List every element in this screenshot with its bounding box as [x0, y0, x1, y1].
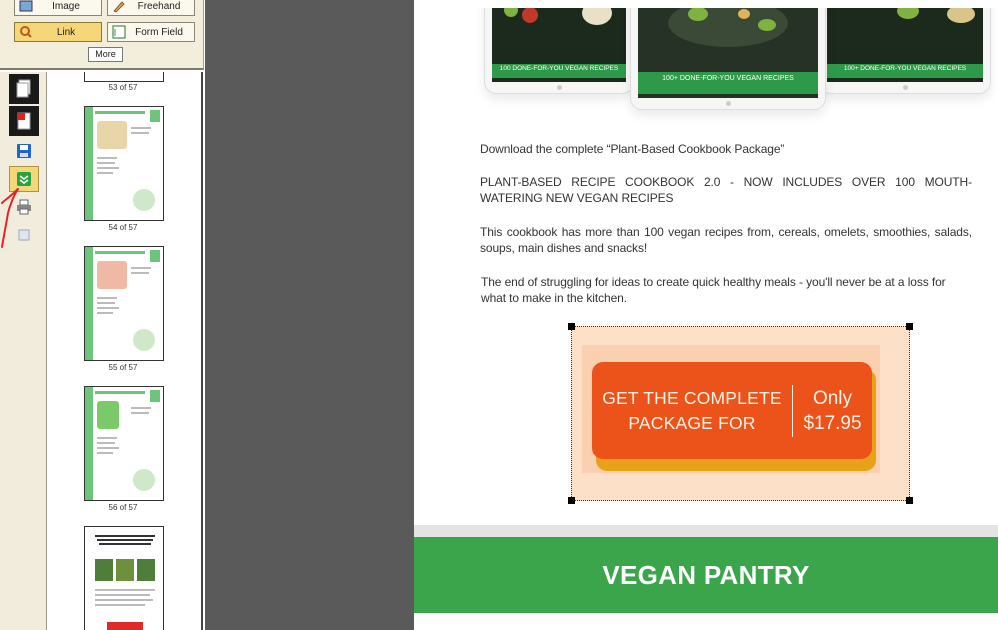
page-thumbnail-label: 54 of 57: [108, 223, 138, 232]
body-paragraph: The end of struggling for ideas to creat…: [481, 275, 946, 305]
page-thumbnails-panel: 53 of 57 54 of 57 55 of 57 56 of 57: [48, 72, 203, 630]
get-package-button[interactable]: GET THE COMPLETE PACKAGE FOR Only $17.95: [592, 362, 872, 459]
freehand-tool-label: Freehand: [137, 0, 181, 12]
pencil-icon: [113, 1, 125, 13]
pdf-panel-button[interactable]: [9, 106, 39, 136]
form-field-tool-button[interactable]: Form Field: [107, 22, 195, 42]
image-tool-label: Image: [52, 0, 80, 12]
page-thumbnail-label: 56 of 57: [108, 503, 138, 512]
link-icon: [20, 26, 32, 38]
sidebar-icon-strip: [0, 72, 47, 630]
more-tools-button[interactable]: More: [88, 47, 123, 62]
resize-handle-bottom-left[interactable]: [568, 497, 575, 504]
pdf-icon: [17, 112, 31, 130]
link-tool-button[interactable]: Link: [14, 22, 102, 42]
document-page: 100 DONE-FOR-YOU VEGAN RECIPES 100+ DONE…: [414, 8, 998, 630]
page-thumbnail-label: 55 of 57: [108, 363, 138, 372]
image-tool-button[interactable]: Image: [14, 0, 102, 16]
resize-handle-top-left[interactable]: [568, 323, 575, 330]
tablet-image-right: 100+ DONE-FOR-YOU VEGAN RECIPES: [819, 8, 991, 94]
selected-cta-image[interactable]: GET THE COMPLETE PACKAGE FOR Only $17.95: [568, 323, 913, 504]
link-tool-label: Link: [56, 26, 76, 38]
cta-line-1: GET THE COMPLETE: [602, 387, 782, 408]
page-thumbnail-label: 53 of 57: [108, 83, 138, 92]
red-annotation-stroke: [1, 188, 19, 248]
body-paragraph: PLANT-BASED RECIPE COOKBOOK 2.0 - NOW IN…: [480, 175, 972, 205]
page-thumbnail[interactable]: [84, 386, 164, 501]
image-icon: [19, 0, 33, 12]
document-gutter: [205, 0, 414, 630]
tablet-banner: 100 DONE-FOR-YOU VEGAN RECIPES: [492, 64, 626, 78]
save-button[interactable]: [9, 138, 39, 164]
body-paragraph: This cookbook has more than 100 vegan re…: [480, 225, 972, 255]
resize-handle-top-right[interactable]: [906, 323, 913, 330]
save-icon: [17, 144, 31, 158]
tablet-banner: 100+ DONE-FOR-YOU VEGAN RECIPES: [638, 72, 818, 94]
body-paragraph: Download the complete “Plant-Based Cookb…: [480, 142, 785, 156]
section-heading: VEGAN PANTRY: [414, 537, 998, 613]
resize-handle-bottom-right[interactable]: [906, 497, 913, 504]
annotation-tool-panel: Image Freehand Link Form Field More: [0, 0, 204, 70]
page-thumbnail[interactable]: [84, 72, 164, 82]
page-thumbnail[interactable]: [84, 106, 164, 221]
tablet-image-left: 100 DONE-FOR-YOU VEGAN RECIPES: [484, 8, 634, 94]
page-thumbnail[interactable]: [84, 246, 164, 361]
pages-icon: [16, 79, 31, 98]
form-field-tool-label: Form Field: [135, 26, 183, 38]
page-content: 100 DONE-FOR-YOU VEGAN RECIPES 100+ DONE…: [414, 8, 998, 525]
form-field-icon: [112, 25, 126, 39]
freehand-tool-button[interactable]: Freehand: [107, 0, 195, 16]
tablet-banner: 100+ DONE-FOR-YOU VEGAN RECIPES: [827, 64, 983, 78]
page-thumbnail[interactable]: [84, 526, 164, 630]
cta-line-2: PACKAGE FOR: [628, 412, 756, 433]
cta-only: Only: [812, 387, 853, 409]
tablet-image-center: 100+ DONE-FOR-YOU VEGAN RECIPES: [630, 8, 826, 110]
cta-price: $17.95: [803, 412, 862, 434]
pages-panel-button[interactable]: [9, 74, 39, 104]
